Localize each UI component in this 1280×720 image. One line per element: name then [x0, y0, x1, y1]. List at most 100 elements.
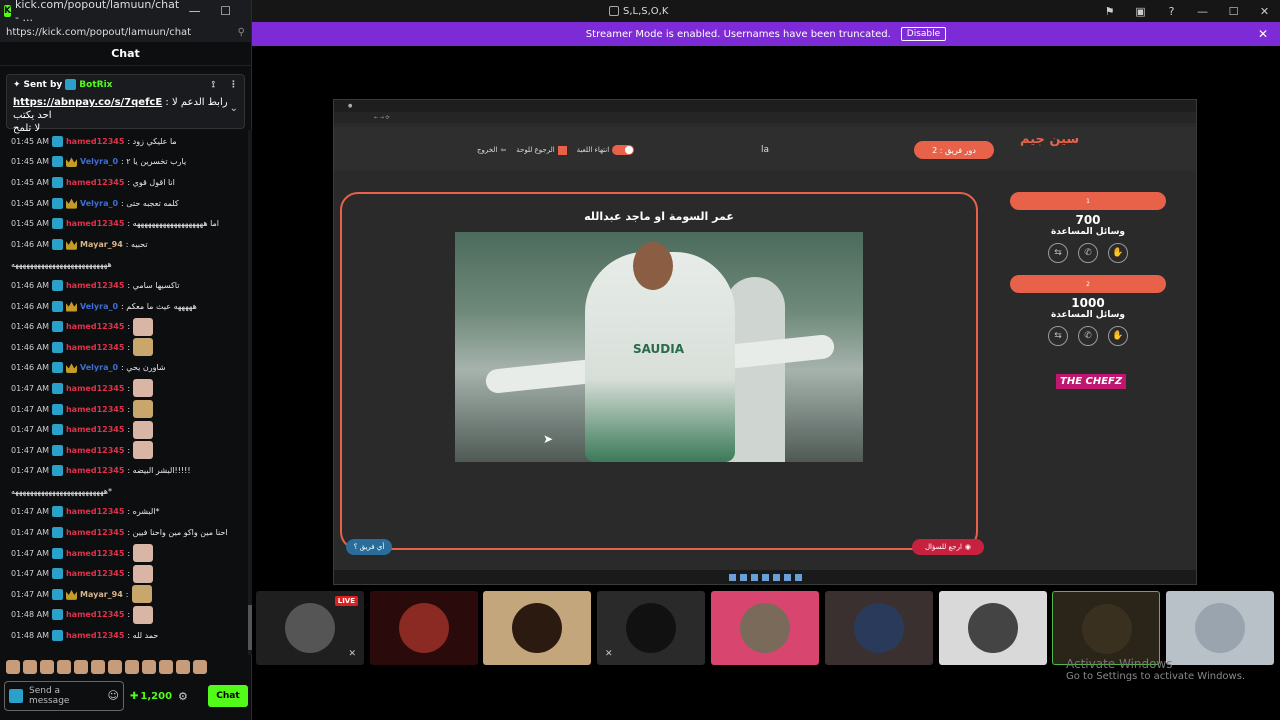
emote-icon[interactable]: [176, 660, 190, 674]
channel-points[interactable]: ✚ 1,200: [130, 691, 172, 702]
chat-message[interactable]: 01:45 AM hamed12345: انا اقول قوي: [0, 172, 248, 193]
emote-image[interactable]: [133, 338, 154, 357]
chat-message[interactable]: 01:47 AM hamed12345:: [0, 563, 248, 584]
chat-message[interactable]: 01:47 AM hamed12345:: [0, 399, 248, 420]
scrollbar-thumb[interactable]: [248, 605, 252, 650]
minimize-icon[interactable]: —: [179, 4, 210, 18]
close-icon[interactable]: ✕: [1258, 27, 1268, 41]
chevron-down-icon[interactable]: ⌄: [230, 103, 238, 114]
minimize-icon[interactable]: —: [1187, 5, 1218, 18]
chat-message[interactable]: 01:47 AM hamed12345:: [0, 419, 248, 440]
message-username[interactable]: hamed12345: [66, 322, 124, 331]
participant-tile[interactable]: [1166, 591, 1274, 665]
chat-message[interactable]: ههههههههههههههههههههههههههه: [0, 255, 248, 276]
message-username[interactable]: hamed12345: [66, 466, 124, 475]
end-game-button[interactable]: انتهاء اللعبة: [577, 145, 635, 155]
chat-message[interactable]: 01:45 AM Velyra_0: كلمه تعجبه حتى: [0, 193, 248, 214]
chat-message[interactable]: هههههههههههههههههههههههههه*: [0, 481, 248, 502]
chat-send-button[interactable]: Chat: [208, 685, 248, 707]
hand-icon[interactable]: ✋: [1108, 243, 1128, 263]
phone-icon[interactable]: ✆: [1078, 326, 1098, 346]
close-icon[interactable]: ✕: [1249, 5, 1280, 18]
message-username[interactable]: Velyra_0: [80, 302, 118, 311]
emote-image[interactable]: [133, 564, 154, 583]
emote-icon[interactable]: [125, 660, 139, 674]
emote-icon[interactable]: [142, 660, 156, 674]
message-username[interactable]: hamed12345: [66, 549, 124, 558]
chat-message[interactable]: 01:47 AM hamed12345: البشره*: [0, 502, 248, 523]
participant-tile[interactable]: [825, 591, 933, 665]
message-username[interactable]: Velyra_0: [80, 157, 118, 166]
emote-icon[interactable]: [40, 660, 54, 674]
disable-button[interactable]: Disable: [900, 27, 947, 41]
chat-message[interactable]: 01:48 AM hamed12345: حمد لله: [0, 625, 248, 646]
emote-image[interactable]: [133, 441, 154, 460]
message-username[interactable]: hamed12345: [66, 610, 124, 619]
screen-icon[interactable]: ▣: [1125, 5, 1156, 18]
participant-tile[interactable]: [370, 591, 478, 665]
message-username[interactable]: hamed12345: [66, 178, 124, 187]
message-username[interactable]: hamed12345: [66, 528, 124, 537]
message-username[interactable]: hamed12345: [66, 343, 124, 352]
chat-message[interactable]: 01:47 AM hamed12345: احنا مين واكو مين وا…: [0, 522, 248, 543]
chat-message[interactable]: 01:46 AM hamed12345: تاكسيها سامي: [0, 275, 248, 296]
message-username[interactable]: hamed12345: [66, 425, 124, 434]
chat-message[interactable]: 01:45 AM Velyra_0: يارب تخسرين يا ٢: [0, 152, 248, 173]
chat-message[interactable]: 01:47 AM hamed12345:: [0, 378, 248, 399]
emote-image[interactable]: [131, 585, 152, 604]
emote-image[interactable]: [133, 420, 154, 439]
chat-message[interactable]: 01:47 AM hamed12345:: [0, 440, 248, 461]
chat-message[interactable]: 01:46 AM hamed12345:: [0, 337, 248, 358]
chat-message-list[interactable]: 01:45 AM hamed12345: ما عليكي زود 01:45 AM…: [0, 131, 248, 651]
chat-message[interactable]: 01:45 AM hamed12345: اما هههههههههههههههه…: [0, 213, 248, 234]
message-username[interactable]: hamed12345: [66, 137, 124, 146]
message-username[interactable]: hamed12345: [66, 219, 124, 228]
maximize-icon[interactable]: ☐: [210, 4, 241, 18]
chat-message[interactable]: 01:47 AM Mayar_94:: [0, 584, 248, 605]
message-username[interactable]: Velyra_0: [80, 363, 118, 372]
emote-image[interactable]: [133, 379, 154, 398]
chat-message[interactable]: 01:46 AM Velyra_0: هههههه عيث ما معكم: [0, 296, 248, 317]
gear-icon[interactable]: ⚙: [178, 690, 188, 703]
emote-image[interactable]: [133, 544, 154, 563]
pinned-bot-name[interactable]: BotRix: [79, 80, 112, 90]
participant-tile[interactable]: [939, 591, 1047, 665]
emote-image[interactable]: [133, 605, 154, 624]
chat-message[interactable]: 01:47 AM hamed12345:: [0, 543, 248, 564]
participant-tile[interactable]: ✕: [597, 591, 705, 665]
chat-scrollbar[interactable]: [248, 130, 252, 655]
emote-icon[interactable]: [91, 660, 105, 674]
maximize-icon[interactable]: ☐: [1218, 5, 1249, 18]
exit-button[interactable]: الخروج ⇦: [477, 146, 506, 154]
flag-icon[interactable]: ⚑: [1094, 5, 1125, 18]
message-username[interactable]: Velyra_0: [80, 199, 118, 208]
emote-icon[interactable]: [159, 660, 173, 674]
chat-message[interactable]: 01:46 AM Velyra_0: شاورن يحي: [0, 358, 248, 379]
swap-icon[interactable]: ⇆: [1048, 326, 1068, 346]
message-username[interactable]: hamed12345: [66, 281, 124, 290]
send-message-input[interactable]: Send a message ☺: [4, 681, 124, 711]
help-icon[interactable]: ?: [1156, 5, 1187, 18]
emote-icon[interactable]: [74, 660, 88, 674]
phone-icon[interactable]: ✆: [1078, 243, 1098, 263]
extension-icon[interactable]: ⚲: [238, 27, 245, 38]
pinned-link[interactable]: https://abnpay.co/s/7qefcE: [13, 97, 162, 108]
chat-message[interactable]: 01:48 AM hamed12345:: [0, 605, 248, 626]
emote-icon[interactable]: [57, 660, 71, 674]
emote-image[interactable]: [133, 317, 154, 336]
message-username[interactable]: hamed12345: [66, 631, 124, 640]
emote-icon[interactable]: [108, 660, 122, 674]
chat-message[interactable]: 01:46 AM hamed12345:: [0, 316, 248, 337]
chat-message[interactable]: 01:49 AMhamed12345: السرمه: [0, 646, 248, 651]
swap-icon[interactable]: ⇆: [1048, 243, 1068, 263]
participant-tile[interactable]: [711, 591, 819, 665]
message-username[interactable]: hamed12345: [66, 507, 124, 516]
hand-icon[interactable]: ✋: [1108, 326, 1128, 346]
back-to-question-button[interactable]: ارجع للسؤال ◉: [912, 539, 984, 555]
chat-message[interactable]: 01:47 AM hamed12345: البشر البيضه!!!!!: [0, 461, 248, 482]
message-username[interactable]: hamed12345: [66, 405, 124, 414]
emote-icon[interactable]: [6, 660, 20, 674]
which-team-button[interactable]: أي فريق ؟: [346, 539, 392, 555]
message-username[interactable]: Mayar_94: [80, 590, 123, 599]
more-options-icon[interactable]: ⋮: [229, 80, 238, 90]
